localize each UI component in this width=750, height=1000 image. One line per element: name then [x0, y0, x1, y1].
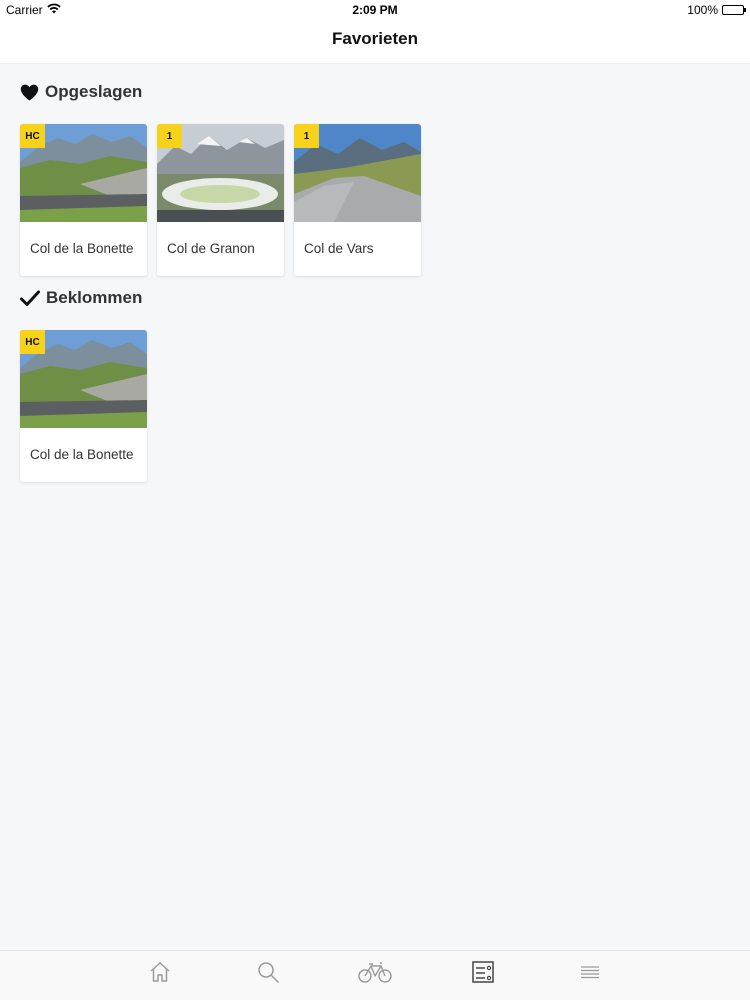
- tab-search[interactable]: [255, 961, 281, 987]
- section-title: Opgeslagen: [45, 82, 143, 101]
- category-badge: 1: [294, 124, 319, 148]
- climb-name: Col de Granon: [167, 241, 255, 256]
- section-title: Beklommen: [46, 288, 143, 307]
- checkmark-icon: [20, 290, 40, 307]
- tab-menu[interactable]: [577, 961, 603, 987]
- climb-card[interactable]: 1 Col de Vars: [294, 124, 421, 276]
- climb-name: Col de la Bonette: [30, 241, 134, 256]
- status-bar: Carrier 2:09 PM 100%: [0, 0, 750, 20]
- tab-home[interactable]: [147, 961, 173, 987]
- climb-name: Col de Vars: [304, 241, 374, 256]
- climb-name: Col de la Bonette: [30, 447, 134, 462]
- section-header-saved: Opgeslagen: [20, 82, 142, 102]
- status-right: 100%: [687, 3, 746, 17]
- section-header-climbed: Beklommen: [20, 288, 142, 308]
- climb-card[interactable]: 1 Col de Granon: [157, 124, 284, 276]
- status-time: 2:09 PM: [352, 3, 398, 17]
- tab-bar: [0, 950, 750, 1000]
- menu-icon: [578, 960, 602, 989]
- home-icon: [148, 960, 172, 989]
- battery-percent: 100%: [687, 3, 718, 17]
- category-badge: HC: [20, 124, 45, 148]
- climb-card[interactable]: HC Col de la Bonette: [20, 124, 147, 276]
- climb-photo: HC: [20, 330, 147, 428]
- navigation-bar: Favorieten: [0, 20, 750, 64]
- favorites-list-icon: [471, 960, 495, 989]
- page-title: Favorieten: [332, 29, 418, 48]
- heart-icon: [20, 84, 39, 101]
- search-icon: [256, 960, 280, 989]
- climb-card[interactable]: HC Col de la Bonette: [20, 330, 147, 482]
- tab-rides[interactable]: [358, 961, 392, 987]
- tab-favorites[interactable]: [470, 960, 496, 989]
- category-badge: HC: [20, 330, 45, 354]
- bicycle-icon: [358, 960, 392, 989]
- battery-icon: [722, 5, 746, 15]
- category-badge: 1: [157, 124, 182, 148]
- climb-photo: HC: [20, 124, 147, 222]
- climb-photo: 1: [294, 124, 421, 222]
- climb-photo: 1: [157, 124, 284, 222]
